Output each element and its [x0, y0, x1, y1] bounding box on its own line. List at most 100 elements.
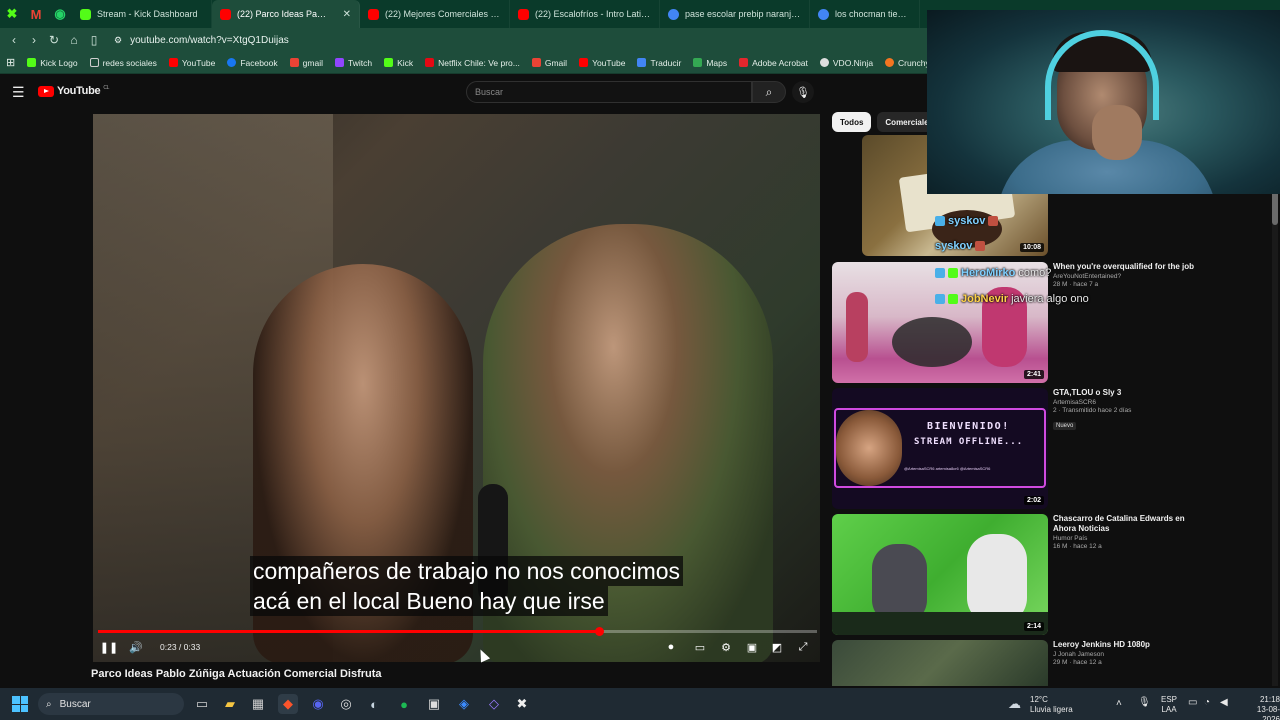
bookmark-vdo-ninja[interactable]: VDO.Ninja: [814, 58, 879, 68]
tab-kick-dashboard[interactable]: Stream - Kick Dashboard: [72, 0, 212, 28]
chat-emote-icon: [988, 216, 999, 226]
pause-button[interactable]: ❚❚: [100, 640, 118, 654]
obs-icon[interactable]: ◎: [336, 694, 356, 714]
recommendation-title[interactable]: GTA,TLOU o Sly 3: [1053, 388, 1203, 398]
gmail-app-icon[interactable]: M: [24, 0, 48, 28]
video-progress-bar[interactable]: [98, 627, 817, 636]
google-favicon-icon: [668, 8, 679, 20]
search-input[interactable]: Buscar: [466, 81, 752, 103]
thumbnail-presenter: [967, 534, 1027, 624]
tab-label: los chocman tienen alcohol: [835, 9, 911, 19]
bookmark-facebook[interactable]: Facebook: [221, 58, 283, 68]
tab-youtube-parco-ideas[interactable]: (22) Parco Ideas Pablo Zúñiga ✕: [212, 0, 360, 28]
menu-icon[interactable]: ☰: [12, 84, 25, 101]
whatsapp-app-icon[interactable]: ◉: [48, 0, 72, 28]
clock[interactable]: 21:18 13-08-2026: [1240, 695, 1280, 720]
app-icon[interactable]: ◈: [454, 694, 474, 714]
app-icon[interactable]: ◇: [484, 694, 504, 714]
store-icon[interactable]: ▦: [248, 694, 268, 714]
recommendation-title[interactable]: When you're overqualified for the job: [1053, 262, 1203, 272]
recommendation-title[interactable]: Leeroy Jenkins HD 1080p: [1053, 640, 1203, 650]
language-indicator[interactable]: ESP LAA: [1161, 695, 1177, 715]
chip-todos[interactable]: Todos: [832, 112, 872, 132]
close-tab-icon[interactable]: ✕: [343, 9, 351, 20]
forward-icon[interactable]: ›: [24, 28, 44, 52]
reload-icon[interactable]: ↻: [44, 28, 64, 52]
weather-icon[interactable]: ☁: [1008, 696, 1021, 712]
video-thumbnail[interactable]: [832, 640, 1048, 686]
voice-search-button[interactable]: 🎙: [792, 81, 814, 103]
kick-favicon-icon: [80, 8, 91, 20]
app-icon[interactable]: ▣: [424, 694, 444, 714]
bookmark-icon[interactable]: ▯: [84, 28, 104, 52]
kick-icon: [384, 58, 394, 67]
volume-icon[interactable]: ◀: [1220, 697, 1228, 708]
bookmark-netflix[interactable]: Netflix Chile: Ve pro...: [419, 58, 526, 68]
tab-google-pase-escolar[interactable]: pase escolar prebip naranja - Bu: [660, 0, 810, 28]
youtube-logo[interactable]: YouTube CL: [38, 85, 109, 97]
bookmark-traducir[interactable]: Traducir: [631, 58, 687, 68]
bookmark-gmail[interactable]: gmail: [284, 58, 329, 68]
miniplayer-button[interactable]: ▣: [744, 640, 760, 654]
apps-grid-icon[interactable]: ⊞: [6, 56, 15, 69]
bookmark-youtube[interactable]: YouTube: [163, 58, 221, 68]
recommendation-channel[interactable]: ArtemisaSCR6: [1053, 399, 1203, 406]
subtitles-button[interactable]: ▭: [692, 640, 708, 654]
taskbar-search[interactable]: ⌕ Buscar: [38, 693, 184, 715]
fullscreen-button[interactable]: ⤢: [795, 640, 811, 654]
tab-youtube-escalofrios[interactable]: (22) Escalofríos - Intro Latino - Y: [510, 0, 660, 28]
tab-google-chocman[interactable]: los chocman tienen alcohol: [810, 0, 920, 28]
recommendation-item[interactable]: Leeroy Jenkins HD 1080p J Jonah Jameson …: [832, 640, 1272, 686]
steam-icon[interactable]: ◐: [364, 694, 384, 714]
video-progress-fill: [98, 630, 600, 633]
tray-chevron-icon[interactable]: ˄: [1116, 698, 1122, 709]
microphone-icon[interactable]: 🎙: [1138, 697, 1151, 708]
app-icon[interactable]: ✖: [512, 694, 532, 714]
crunchyroll-icon: [885, 58, 895, 67]
bookmark-gmail-2[interactable]: Gmail: [526, 58, 573, 68]
video-thumbnail[interactable]: 2:41: [832, 262, 1048, 383]
settings-icon[interactable]: ⚙: [718, 640, 734, 654]
autoplay-toggle[interactable]: ●: [664, 640, 678, 654]
folder-icon: [89, 58, 99, 67]
cast-button[interactable]: ◩: [769, 640, 785, 654]
video-thumbnail[interactable]: BIENVENIDO! STREAM OFFLINE... @ArtemisaS…: [832, 388, 1048, 509]
bookmark-redes-sociales[interactable]: redes sociales: [84, 58, 163, 68]
network-icon[interactable]: ◔: [1204, 697, 1210, 708]
recommendation-title[interactable]: Chascarro de Catalina Edwards en Ahora N…: [1053, 514, 1203, 534]
weather-widget[interactable]: 12°C Lluvia ligera: [1030, 695, 1073, 715]
home-icon[interactable]: ⌂: [64, 28, 84, 52]
file-explorer-icon[interactable]: ▰: [220, 694, 240, 714]
recommendation-channel[interactable]: AreYouNotEntertained?: [1053, 273, 1203, 280]
bookmark-kick-logo[interactable]: Kick Logo: [21, 58, 83, 68]
spotify-icon[interactable]: ●: [394, 694, 414, 714]
recommendation-item[interactable]: 2:41 When you're overqualified for the j…: [832, 262, 1272, 384]
recommendation-item[interactable]: BIENVENIDO! STREAM OFFLINE... @ArtemisaS…: [832, 388, 1272, 510]
bookmark-twitch[interactable]: Twitch: [329, 58, 378, 68]
back-icon[interactable]: ‹: [4, 28, 24, 52]
video-title: Parco Ideas Pablo Zúñiga Actuación Comer…: [91, 668, 382, 680]
bookmark-youtube-2[interactable]: YouTube: [573, 58, 631, 68]
display-icon[interactable]: ▭: [1188, 697, 1197, 708]
recommendation-item[interactable]: 2:14 Chascarro de Catalina Edwards en Ah…: [832, 514, 1272, 636]
brave-browser-icon[interactable]: ◆: [278, 694, 298, 714]
clock-time: 21:18: [1259, 695, 1280, 704]
site-info-icon[interactable]: ⚙: [114, 35, 122, 46]
recommendation-info: Chascarro de Catalina Edwards en Ahora N…: [1053, 514, 1203, 550]
bookmark-adobe-acrobat[interactable]: Adobe Acrobat: [733, 58, 814, 68]
recommendation-channel[interactable]: Humor País: [1053, 535, 1203, 542]
video-thumbnail[interactable]: 2:14: [832, 514, 1048, 635]
recommendation-meta: 29 M · hace 12 a: [1053, 659, 1102, 666]
kick-app-icon[interactable]: ✖: [0, 0, 24, 28]
volume-button[interactable]: 🔊: [128, 640, 144, 654]
discord-icon[interactable]: ◉: [308, 694, 328, 714]
tab-youtube-comerciales[interactable]: (22) Mejores Comerciales Chilenos: [360, 0, 510, 28]
bookmark-kick[interactable]: Kick: [378, 58, 419, 68]
twitch-icon: [334, 58, 344, 67]
windows-start-icon[interactable]: [12, 696, 28, 712]
task-view-icon[interactable]: ▭: [192, 694, 212, 714]
bookmark-maps[interactable]: Maps: [687, 58, 733, 68]
recommendation-channel[interactable]: J Jonah Jameson: [1053, 651, 1203, 658]
search-button[interactable]: ⌕: [752, 81, 786, 103]
url-field[interactable]: ⚙ youtube.com/watch?v=XtgQ1Duijas: [114, 35, 289, 46]
